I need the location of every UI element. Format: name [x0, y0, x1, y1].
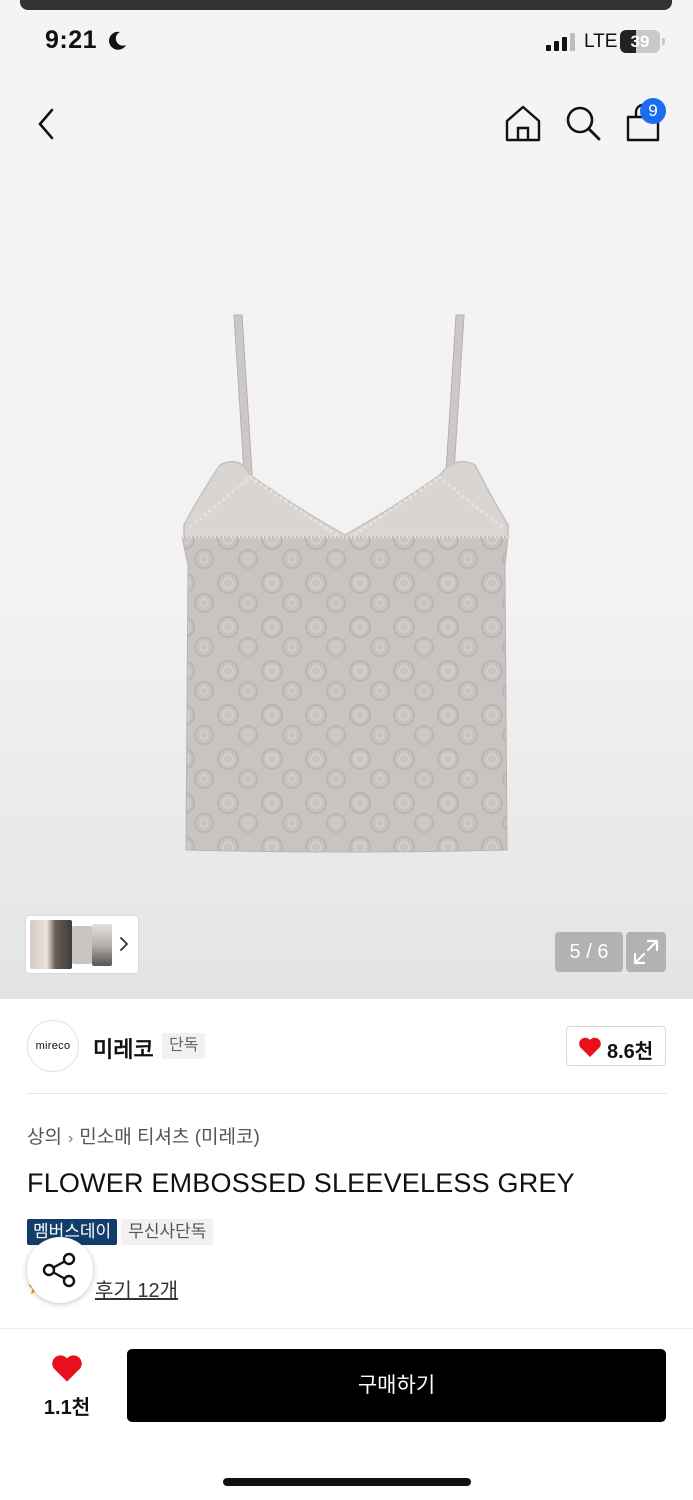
expand-icon: [633, 939, 659, 965]
product-gallery[interactable]: 9:21 LTE 39 9 5 / 6: [0, 0, 693, 999]
heart-icon: [52, 1355, 82, 1382]
brand-like-button[interactable]: 8.6천: [566, 1026, 666, 1066]
brand-row: mireco 미레코 단독 8.6천: [26, 1000, 667, 1094]
image-page-counter: 5 / 6: [555, 932, 623, 972]
battery-icon: 39: [620, 30, 666, 54]
cart-count-badge: 9: [640, 98, 666, 124]
wishlist-count: 1.1천: [43, 1397, 91, 1419]
moon-icon: [109, 31, 126, 50]
battery-level-text: 39: [630, 32, 650, 51]
product-title: FLOWER EMBOSSED SLEEVELESS GREY: [27, 1168, 575, 1198]
thumbnail-strip[interactable]: [26, 916, 138, 973]
network-label: LTE: [584, 31, 618, 52]
heart-icon: [579, 1037, 601, 1057]
top-edge-bar: [20, 0, 672, 10]
expand-button[interactable]: [626, 932, 666, 972]
thumbnail-image[interactable]: [30, 920, 72, 969]
signal-icon: [546, 33, 575, 51]
search-icon[interactable]: [562, 102, 604, 144]
product-image[interactable]: [170, 305, 520, 865]
brand-name[interactable]: 미레코: [93, 1032, 154, 1064]
breadcrumb-subcategory[interactable]: 민소매 티셔츠 (미레코): [79, 1122, 260, 1149]
home-indicator[interactable]: [223, 1478, 471, 1486]
status-time: 9:21: [45, 26, 98, 54]
brand-logo[interactable]: mireco: [27, 1020, 79, 1072]
thumbnail-image[interactable]: [92, 924, 112, 966]
thumbnail-image[interactable]: [72, 926, 92, 964]
breadcrumb-category[interactable]: 상의: [27, 1122, 62, 1149]
back-arrow-icon[interactable]: [30, 104, 64, 144]
chevron-right-icon: ›: [67, 1130, 74, 1147]
purchase-bar: 1.1천 구매하기: [0, 1329, 693, 1500]
wishlist-button[interactable]: 1.1천: [36, 1349, 98, 1419]
review-count-link[interactable]: 후기 12개: [95, 1274, 178, 1303]
share-button[interactable]: [27, 1237, 93, 1303]
brand-exclusive-tag: 단독: [162, 1033, 206, 1059]
breadcrumb: 상의 › 민소매 티셔츠 (미레코): [27, 1122, 260, 1149]
top-navigation: 9: [0, 98, 693, 150]
exclusive-badge: 무신사단독: [121, 1219, 214, 1245]
home-icon[interactable]: [502, 102, 544, 144]
brand-like-count: 8.6천: [607, 1041, 654, 1063]
buy-button[interactable]: 구매하기: [127, 1349, 666, 1422]
share-icon: [42, 1252, 76, 1288]
chevron-right-icon[interactable]: [118, 934, 130, 954]
status-bar: 9:21 LTE 39: [0, 22, 693, 62]
